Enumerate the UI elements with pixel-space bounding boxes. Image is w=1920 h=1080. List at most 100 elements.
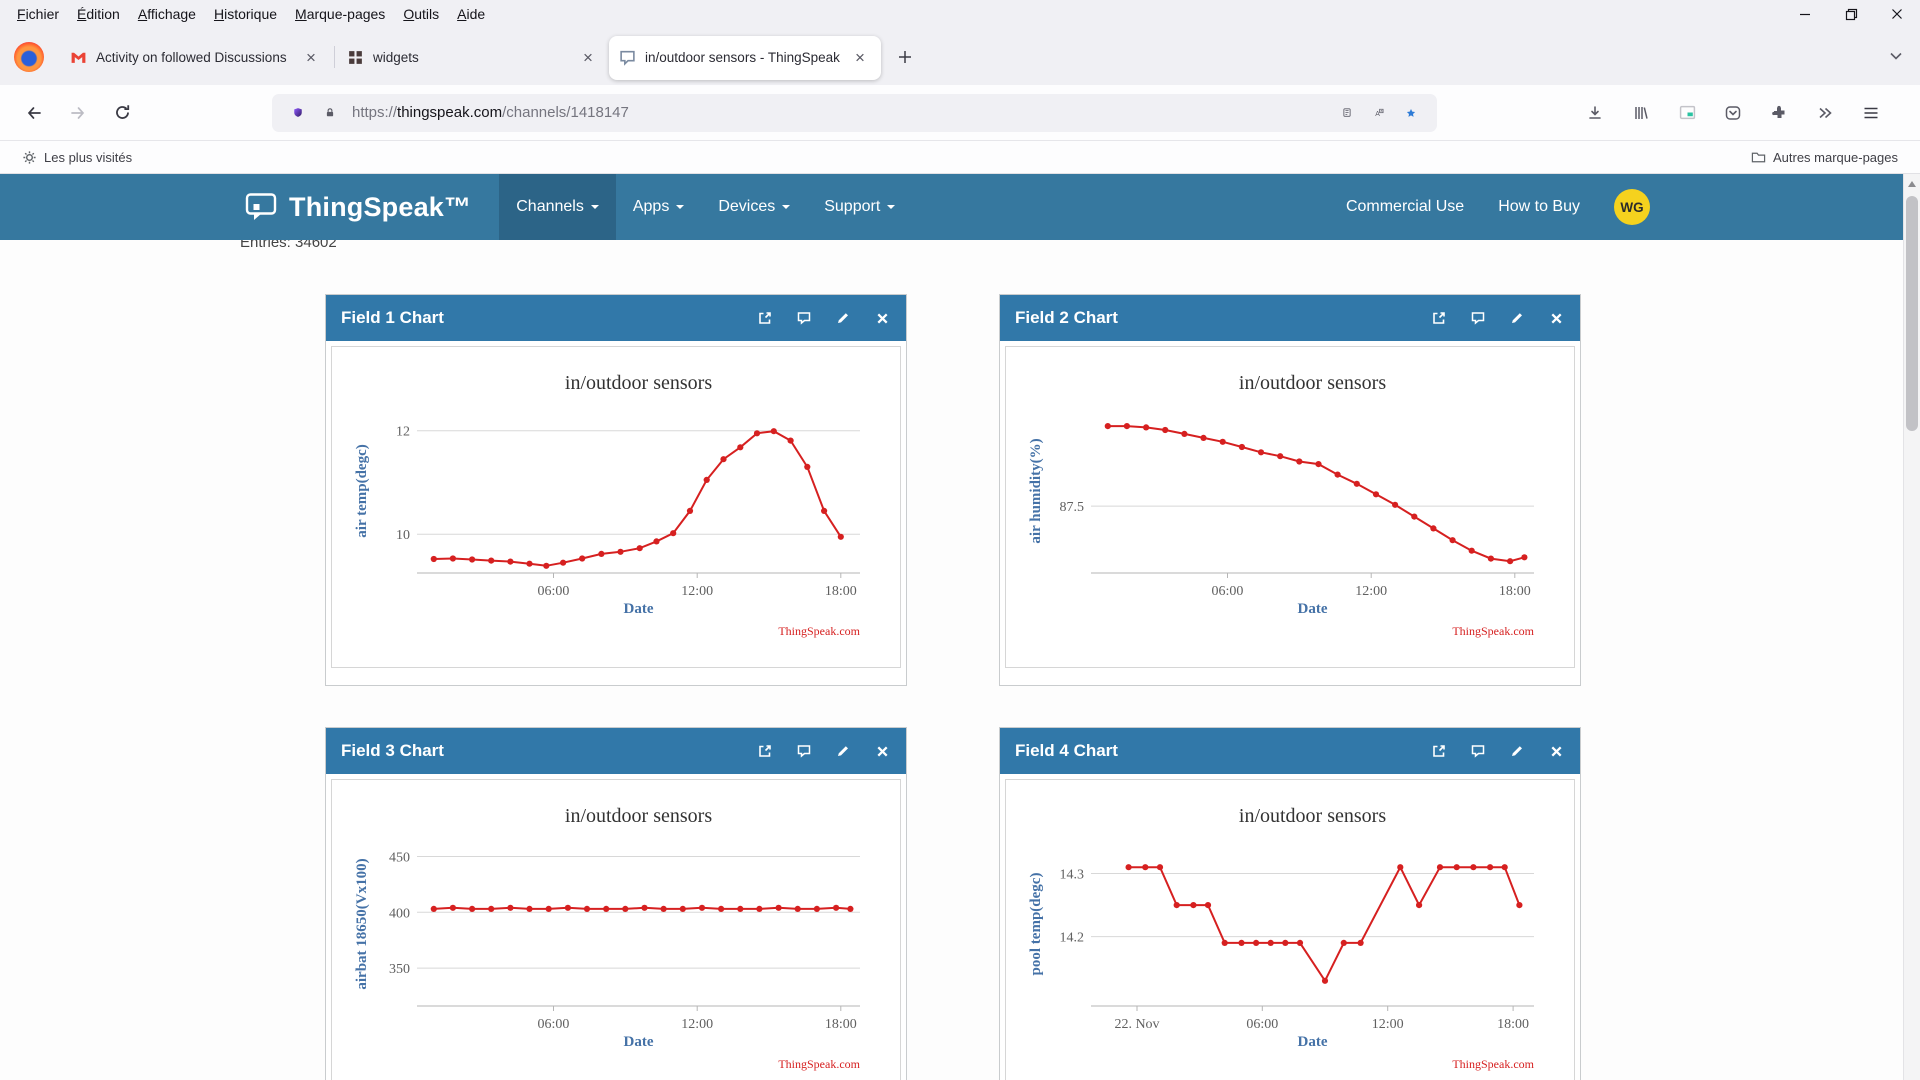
- page-content: ThingSpeak™ Channels Apps Devices Suppor…: [0, 174, 1920, 1080]
- comment-icon[interactable]: [1469, 309, 1487, 327]
- svg-text:Date: Date: [624, 1034, 654, 1050]
- field-2-chart: in/outdoor sensors87.506:0012:0018:00air…: [1007, 347, 1573, 665]
- nav-apps[interactable]: Apps: [616, 174, 701, 240]
- url-bar[interactable]: https://thingspeak.com/channels/1418147 …: [272, 94, 1437, 132]
- comment-icon[interactable]: [795, 742, 813, 760]
- field-3-chart-panel: Field 3 Chart in/outdoor sensors35040045…: [325, 727, 907, 1080]
- gmail-icon: [70, 49, 87, 66]
- tab-gmail[interactable]: Activity on followed Discussions: [60, 36, 332, 80]
- menu-affichage[interactable]: Affichage: [129, 3, 205, 25]
- close-icon[interactable]: [873, 309, 891, 327]
- open-external-icon[interactable]: [756, 309, 774, 327]
- back-button[interactable]: [16, 95, 52, 131]
- nav-label: Apps: [633, 198, 669, 216]
- minimize-button[interactable]: [1782, 0, 1828, 28]
- lock-icon[interactable]: [319, 102, 341, 124]
- menu-aide[interactable]: Aide: [448, 3, 494, 25]
- scrollbar-thumb[interactable]: [1906, 196, 1918, 431]
- menu-fichier[interactable]: Fichier: [8, 3, 68, 25]
- nav-devices[interactable]: Devices: [701, 174, 807, 240]
- how-to-buy-link[interactable]: How to Buy: [1498, 198, 1580, 216]
- svg-text:Date: Date: [624, 601, 654, 617]
- scroll-up-icon[interactable]: [1908, 181, 1916, 187]
- svg-text:12:00: 12:00: [681, 584, 713, 599]
- panel-header: Field 4 Chart: [1000, 728, 1580, 774]
- field-3-chart: in/outdoor sensors35040045006:0012:0018:…: [333, 780, 899, 1080]
- open-external-icon[interactable]: [1430, 742, 1448, 760]
- pocket-icon[interactable]: [1715, 95, 1751, 131]
- close-window-button[interactable]: [1874, 0, 1920, 28]
- bookmark-label: Autres marque-pages: [1773, 150, 1898, 165]
- panel-icons: [756, 309, 891, 327]
- svg-text:350: 350: [389, 962, 410, 977]
- pip-icon[interactable]: [1669, 95, 1705, 131]
- bookmark-most-visited[interactable]: Les plus visités: [16, 147, 138, 168]
- tab-close-button[interactable]: [849, 47, 871, 69]
- menu-marque-pages[interactable]: Marque-pages: [286, 3, 394, 25]
- close-icon[interactable]: [1547, 309, 1565, 327]
- panel-title: Field 2 Chart: [1015, 308, 1118, 328]
- edit-icon[interactable]: [834, 309, 852, 327]
- restore-button[interactable]: [1828, 0, 1874, 28]
- panel-title: Field 3 Chart: [341, 741, 444, 761]
- menu-historique[interactable]: Historique: [205, 3, 286, 25]
- brand-text: ThingSpeak™: [289, 192, 471, 223]
- firefox-icon: [14, 42, 44, 72]
- navigation-toolbar: https://thingspeak.com/channels/1418147 …: [0, 85, 1920, 141]
- tab-thingspeak-active[interactable]: in/outdoor sensors - ThingSpeak: [609, 36, 881, 80]
- edit-icon[interactable]: [1508, 742, 1526, 760]
- edit-icon[interactable]: [834, 742, 852, 760]
- chevron-down-icon: [676, 205, 684, 209]
- overflow-chevron-icon[interactable]: [1807, 95, 1843, 131]
- svg-text:18:00: 18:00: [825, 1017, 857, 1032]
- menu-edition[interactable]: Édition: [68, 3, 129, 25]
- close-icon[interactable]: [873, 742, 891, 760]
- comment-icon[interactable]: [795, 309, 813, 327]
- menu-outils[interactable]: Outils: [394, 3, 448, 25]
- commercial-use-link[interactable]: Commercial Use: [1346, 198, 1464, 216]
- tracking-shield-icon[interactable]: [287, 102, 309, 124]
- tab-close-button[interactable]: [300, 47, 322, 69]
- tab-close-button[interactable]: [577, 47, 599, 69]
- panel-header: Field 3 Chart: [326, 728, 906, 774]
- avatar[interactable]: WG: [1614, 189, 1650, 225]
- downloads-icon[interactable]: [1577, 95, 1613, 131]
- svg-text:in/outdoor sensors: in/outdoor sensors: [565, 372, 712, 394]
- folder-icon: [1751, 150, 1766, 165]
- nav-label: Devices: [718, 198, 775, 216]
- speech-bubble-icon: [245, 192, 279, 222]
- charts-grid: Field 1 Chart in/outdoor sensors101206:0…: [325, 294, 1581, 1080]
- open-external-icon[interactable]: [756, 742, 774, 760]
- forward-button[interactable]: [60, 95, 96, 131]
- new-tab-button[interactable]: [889, 41, 921, 73]
- thingspeak-logo[interactable]: ThingSpeak™: [245, 192, 471, 223]
- gear-icon: [22, 150, 37, 165]
- url-text[interactable]: https://thingspeak.com/channels/1418147: [352, 104, 1331, 121]
- svg-text:450: 450: [389, 851, 410, 866]
- toolbar-right-icons: [1572, 95, 1894, 131]
- other-bookmarks[interactable]: Autres marque-pages: [1745, 147, 1904, 168]
- close-icon[interactable]: [1547, 742, 1565, 760]
- reload-icon: [114, 104, 131, 121]
- chart-frame: in/outdoor sensors101206:0012:0018:00air…: [331, 346, 901, 668]
- page-scrollbar[interactable]: [1903, 174, 1920, 1080]
- open-external-icon[interactable]: [1430, 309, 1448, 327]
- translate-icon[interactable]: A: [1368, 102, 1390, 124]
- reload-button[interactable]: [104, 95, 140, 131]
- edit-icon[interactable]: [1508, 309, 1526, 327]
- list-all-tabs-button[interactable]: [1882, 42, 1910, 70]
- reader-mode-icon[interactable]: [1336, 102, 1358, 124]
- url-protocol: https://: [352, 104, 397, 121]
- comment-icon[interactable]: [1469, 742, 1487, 760]
- nav-label: Support: [824, 198, 880, 216]
- forward-icon: [69, 105, 87, 121]
- extensions-icon[interactable]: [1761, 95, 1797, 131]
- bookmarks-toolbar: Les plus visités Autres marque-pages: [0, 141, 1920, 174]
- tab-widgets[interactable]: widgets: [337, 36, 609, 80]
- library-icon[interactable]: [1623, 95, 1659, 131]
- nav-channels[interactable]: Channels: [499, 174, 616, 240]
- field-1-chart: in/outdoor sensors101206:0012:0018:00air…: [333, 347, 899, 665]
- nav-support[interactable]: Support: [807, 174, 912, 240]
- menu-icon[interactable]: [1853, 95, 1889, 131]
- bookmark-star-icon[interactable]: [1400, 102, 1422, 124]
